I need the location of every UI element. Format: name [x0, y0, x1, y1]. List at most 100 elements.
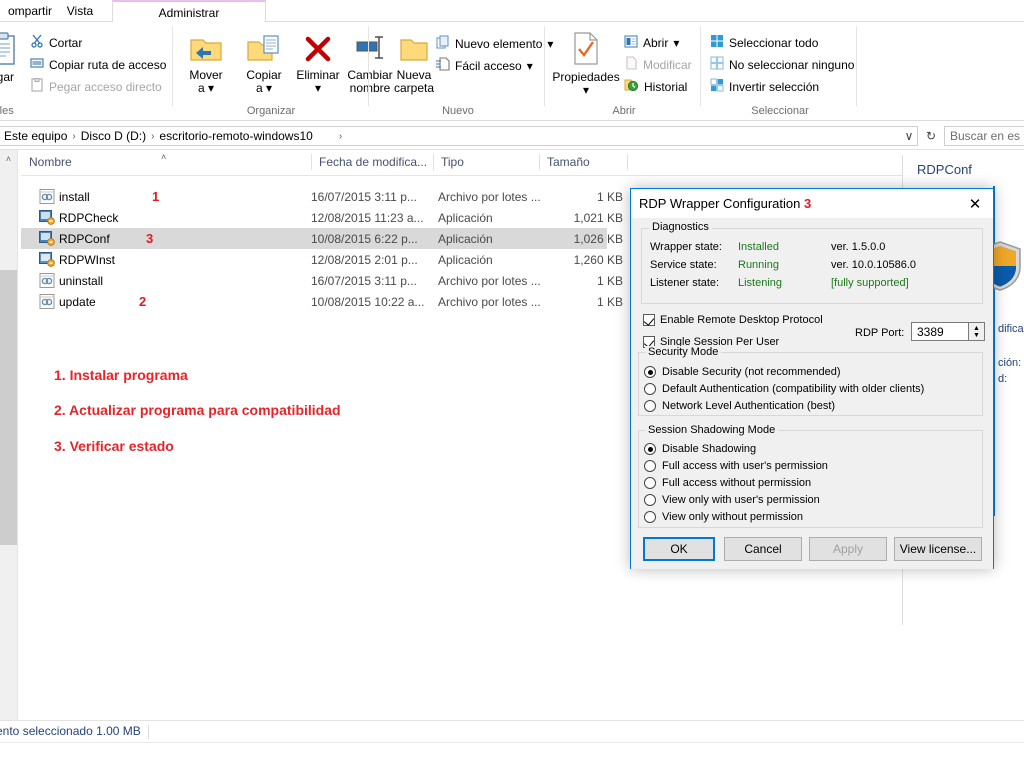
rdp-port-value: 3389	[917, 325, 944, 339]
table-row[interactable]: RDPWInst 12/08/2015 2:01 p... Aplicación…	[21, 249, 607, 270]
cancel-button[interactable]: Cancel	[724, 537, 802, 561]
new-folder-button[interactable]: Nueva carpeta	[388, 34, 440, 94]
copy-to-button[interactable]: Copiar a ▾	[238, 34, 290, 94]
security-option-default[interactable]: Default Authentication (compatibility wi…	[644, 383, 924, 395]
file-name: RDPWInst	[59, 253, 115, 267]
tab-administrar[interactable]: Administrar	[112, 0, 266, 24]
status-text: ento seleccionado 1.00 MB	[0, 724, 141, 738]
shadow-option-view-with-permission[interactable]: View only with user's permission	[644, 494, 820, 506]
properties-icon	[571, 32, 601, 68]
radio-button[interactable]	[644, 511, 656, 523]
scrollbar-thumb[interactable]	[0, 270, 17, 545]
column-header-tamano[interactable]: Tamaño	[539, 150, 627, 174]
easy-access-button[interactable]: Fácil acceso ▾	[436, 56, 533, 75]
stepper-down-icon[interactable]: ▼	[973, 332, 980, 339]
annotation-marker-3: 3	[146, 231, 153, 246]
table-row[interactable]: RDPConf 3 10/08/2015 6:22 p... Aplicació…	[21, 228, 607, 249]
group-label-clipboard: tapapeles	[0, 105, 126, 117]
refresh-button[interactable]: ↻	[920, 126, 942, 146]
table-row[interactable]: install 1 16/07/2015 3:11 p... Archivo p…	[21, 186, 607, 207]
rdp-port-stepper[interactable]: ▲ ▼	[969, 322, 985, 341]
new-folder-label: Nueva	[397, 69, 432, 81]
security-option-default-label: Default Authentication (compatibility wi…	[662, 383, 924, 395]
shadow-option-full-with-permission-label: Full access with user's permission	[662, 460, 828, 472]
select-all-button[interactable]: Seleccionar todo	[710, 33, 818, 52]
file-type: Aplicación	[438, 232, 493, 246]
file-name: RDPCheck	[59, 211, 118, 225]
enable-rdp-checkbox[interactable]: Enable Remote Desktop Protocol	[643, 314, 823, 326]
radio-button[interactable]	[644, 400, 656, 412]
service-state-value: Running	[738, 259, 779, 271]
breadcrumb-item-0[interactable]: Este equipo	[0, 129, 71, 143]
view-license-button[interactable]: View license...	[894, 537, 982, 561]
file-size: 1,021 KB	[541, 211, 623, 225]
delete-label: Eliminar	[296, 69, 339, 81]
close-icon[interactable]: ✕	[963, 194, 987, 214]
history-label: Historial	[644, 80, 687, 94]
shadow-option-view-without-permission[interactable]: View only without permission	[644, 511, 803, 523]
shadow-option-disable[interactable]: Disable Shadowing	[644, 443, 756, 455]
radio-button[interactable]	[644, 366, 656, 378]
history-icon	[624, 78, 639, 95]
table-row[interactable]: uninstall 16/07/2015 3:11 p... Archivo p…	[21, 270, 607, 291]
open-button[interactable]: Abrir ▾	[624, 33, 679, 52]
properties-label: Propiedades	[552, 71, 619, 83]
breadcrumb[interactable]: Este equipo › Disco D (D:) › escritorio-…	[0, 126, 918, 146]
paste-label: egar	[0, 71, 14, 83]
radio-button[interactable]	[644, 443, 656, 455]
checkbox-box[interactable]	[643, 314, 655, 326]
file-type: Archivo por lotes ...	[438, 274, 541, 288]
invert-selection-button[interactable]: Invertir selección	[710, 77, 819, 96]
annotation-marker-1: 1	[152, 189, 159, 204]
copy-path-icon	[30, 56, 44, 73]
shadow-option-full-without-permission[interactable]: Full access without permission	[644, 477, 811, 489]
breadcrumb-item-1[interactable]: Disco D (D:)	[77, 129, 150, 143]
security-option-disable[interactable]: Disable Security (not recommended)	[644, 366, 841, 378]
file-type: Archivo por lotes ...	[438, 190, 541, 204]
history-button[interactable]: Historial	[624, 77, 687, 96]
radio-button[interactable]	[644, 460, 656, 472]
background-window-line-3: d:	[998, 373, 1007, 385]
rdp-wrapper-configuration-dialog[interactable]: RDP Wrapper Configuration 3 ✕ Diagnostic…	[630, 188, 994, 569]
select-none-button[interactable]: No seleccionar ninguno	[710, 55, 854, 74]
tab-vista[interactable]: Vista	[48, 0, 112, 22]
address-dropdown-button[interactable]: ∨	[898, 126, 920, 146]
group-label-new: Nuevo	[374, 105, 542, 117]
group-label-open: Abrir	[548, 105, 700, 117]
radio-button[interactable]	[644, 494, 656, 506]
column-header-tipo[interactable]: Tipo	[433, 150, 541, 174]
table-row[interactable]: RDPCheck 12/08/2015 11:23 a... Aplicació…	[21, 207, 607, 228]
paste-shortcut-label: Pegar acceso directo	[49, 80, 162, 94]
radio-button[interactable]	[644, 383, 656, 395]
security-option-disable-label: Disable Security (not recommended)	[662, 366, 841, 378]
column-header-row: Nombre ˄ Fecha de modifica... Tipo Tamañ…	[21, 150, 1024, 176]
breadcrumb-item-2[interactable]: escritorio-remoto-windows10	[155, 129, 316, 143]
move-to-button[interactable]: Mover a ▾	[180, 34, 232, 94]
stepper-up-icon[interactable]: ▲	[973, 325, 980, 332]
table-row[interactable]: update 2 10/08/2015 10:22 a... Archivo p…	[21, 291, 607, 312]
delete-x-icon	[303, 34, 333, 66]
navigation-pane-scrollbar[interactable]: ˄ ˅	[0, 150, 18, 733]
column-divider-4[interactable]	[627, 154, 628, 170]
copy-path-button[interactable]: Copiar ruta de acceso	[30, 55, 166, 74]
file-date: 16/07/2015 3:11 p...	[311, 190, 417, 204]
security-option-nla[interactable]: Network Level Authentication (best)	[644, 400, 835, 412]
new-item-button[interactable]: Nuevo elemento ▾	[436, 34, 553, 53]
properties-button[interactable]: Propiedades ▾	[554, 32, 618, 96]
delete-caret: ▾	[315, 82, 321, 94]
column-header-fecha[interactable]: Fecha de modifica...	[311, 150, 435, 174]
rdp-port-input[interactable]: 3389	[911, 322, 969, 341]
radio-button[interactable]	[644, 477, 656, 489]
breadcrumb-separator-2: ›	[317, 131, 343, 142]
ribbon-tab-bar: ompartir Vista Administrar	[0, 0, 1024, 22]
move-to-sub: a ▾	[198, 82, 214, 94]
dialog-title-bar[interactable]: RDP Wrapper Configuration 3 ✕	[631, 189, 993, 218]
delete-button[interactable]: Eliminar ▾	[292, 34, 344, 94]
shadow-option-full-with-permission[interactable]: Full access with user's permission	[644, 460, 828, 472]
scroll-up-arrow-icon[interactable]: ˄	[0, 150, 17, 167]
ok-button[interactable]: OK	[643, 537, 715, 561]
cut-button[interactable]: Cortar	[30, 33, 82, 52]
paste-button[interactable]: egar	[0, 32, 28, 83]
search-input[interactable]: Buscar en es	[944, 126, 1024, 146]
listener-support-note: [fully supported]	[831, 277, 909, 289]
